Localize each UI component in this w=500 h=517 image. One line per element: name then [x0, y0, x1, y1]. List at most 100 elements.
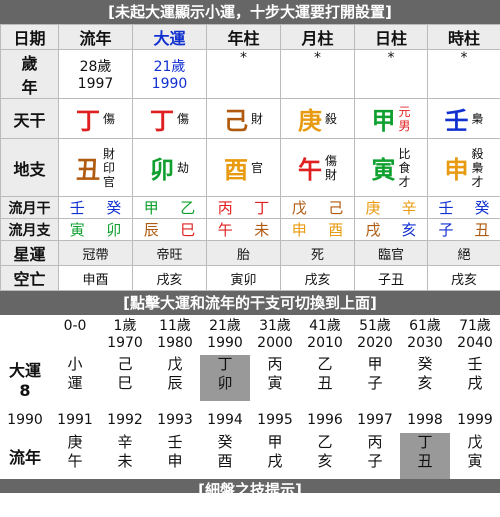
tiangan-cell[interactable]: 己財: [206, 98, 281, 139]
dayun-ganzhi[interactable]: 丙寅: [250, 355, 300, 401]
dayun-ganzhi[interactable]: 壬戌: [450, 355, 500, 401]
month-char[interactable]: 寅: [60, 220, 96, 240]
liunian-ganzhi[interactable]: 丁丑: [400, 433, 450, 479]
liunian-year: 1993: [157, 412, 193, 428]
liunian-ganzhi[interactable]: 甲戌: [250, 433, 300, 479]
liuyue-gan-cell[interactable]: 丙丁: [206, 196, 281, 219]
dayun-age-cell[interactable]: 21歲 1990: [132, 49, 207, 99]
month-char[interactable]: 子: [429, 220, 465, 240]
shishen-note: 印: [102, 160, 115, 175]
month-char[interactable]: 未: [244, 220, 280, 240]
xingyun-value: 死: [280, 240, 355, 266]
liunian-zhi: 酉: [217, 452, 233, 470]
month-char[interactable]: 亥: [391, 220, 427, 240]
day-mark: *: [354, 49, 428, 99]
liunian-ganzhi[interactable]: 乙亥: [300, 433, 350, 479]
liunian-ganzhi[interactable]: 庚午: [50, 433, 100, 479]
tiangan-cell[interactable]: 丁傷: [58, 98, 133, 139]
liunian-zhi: 丑: [417, 452, 433, 470]
dayun-ganzhi[interactable]: 小運: [50, 355, 100, 401]
month-char[interactable]: 乙: [170, 198, 206, 218]
month-char[interactable]: 庚: [356, 198, 392, 218]
liunian-ganzhi[interactable]: 壬申: [150, 433, 200, 479]
month-char[interactable]: 午: [208, 220, 244, 240]
shishen-note: 傷: [102, 111, 115, 126]
dayun-ganzhi[interactable]: 乙丑: [300, 355, 350, 401]
dayun-gan: 癸: [417, 355, 433, 373]
month-char[interactable]: 丁: [244, 198, 280, 218]
dayun-section: 0-0 1歲 11歲 21歲 31歲 41歲 51歲 61歲 71歲 1970 1980 1990 2…: [0, 315, 500, 401]
ganzhi-char: 卯: [149, 156, 174, 184]
liunian-ganzhi[interactable]: 丙子: [350, 433, 400, 479]
dayun-age: 51歲: [359, 318, 391, 334]
liunian-year: 1991: [57, 412, 93, 428]
dizhi-cell[interactable]: 寅比食才: [354, 138, 428, 197]
month-char[interactable]: 辰: [134, 220, 170, 240]
dizhi-cell[interactable]: 酉官: [206, 138, 281, 197]
tiangan-cell[interactable]: 甲元男: [354, 98, 428, 139]
dizhi-cell[interactable]: 卯劫: [132, 138, 207, 197]
liunian-ganzhi[interactable]: 辛未: [100, 433, 150, 479]
month-char[interactable]: 戌: [356, 220, 392, 240]
ganzhi-char: 庚: [297, 107, 322, 135]
dayun-zhi: 寅: [267, 374, 283, 392]
liunian-gan: 甲: [267, 433, 283, 451]
month-char[interactable]: 甲: [134, 198, 170, 218]
chart-table: 日期 流年 大運 年柱 月柱 日柱 時柱 歲年 28歲 1997 21歲 1990 …: [0, 24, 500, 291]
liuyue-zhi-cell[interactable]: 寅卯: [58, 218, 133, 241]
month-char[interactable]: 辛: [391, 198, 427, 218]
month-char[interactable]: 戊: [282, 198, 318, 218]
ganzhi-char: 壬: [444, 107, 469, 135]
dayun-ganzhi[interactable]: 甲子: [350, 355, 400, 401]
dayun-zhi: 戌: [467, 374, 483, 392]
dayun-zhi: 巳: [117, 374, 133, 392]
liuyue-zhi-cell[interactable]: 辰巳: [132, 218, 207, 241]
header-dayun[interactable]: 大運: [132, 24, 207, 50]
hour-mark: *: [427, 49, 500, 99]
month-char[interactable]: 酉: [318, 220, 354, 240]
dizhi-label: 地支: [0, 138, 59, 197]
dizhi-row: 地支 丑財印官 卯劫 酉官 午傷財 寅比食才 申殺梟才: [0, 138, 500, 197]
dayun-ganzhi[interactable]: 丁卯: [200, 355, 250, 401]
liuyue-zhi-cell[interactable]: 午未: [206, 218, 281, 241]
dizhi-cell[interactable]: 申殺梟才: [427, 138, 500, 197]
liunian-ganzhi[interactable]: 癸酉: [200, 433, 250, 479]
dayun-ganzhi[interactable]: 戊辰: [150, 355, 200, 401]
month-char[interactable]: 丑: [464, 220, 500, 240]
month-char[interactable]: 丙: [208, 198, 244, 218]
month-char[interactable]: 壬: [429, 198, 465, 218]
liuyue-gan-cell[interactable]: 壬癸: [58, 196, 133, 219]
month-char[interactable]: 癸: [464, 198, 500, 218]
month-char[interactable]: 申: [282, 220, 318, 240]
liunian-age-cell[interactable]: 28歲 1997: [58, 49, 133, 99]
header-year-pillar: 年柱: [206, 24, 281, 50]
liuyue-gan-cell[interactable]: 戊己: [280, 196, 355, 219]
header-liunian[interactable]: 流年: [58, 24, 133, 50]
dayun-ganzhi[interactable]: 己巳: [100, 355, 150, 401]
liuyue-gan-cell[interactable]: 庚辛: [354, 196, 428, 219]
liuyue-zhi-row: 流月支 寅卯 辰巳 午未 申酉 戌亥 子丑: [0, 218, 500, 241]
liuyue-gan-cell[interactable]: 甲乙: [132, 196, 207, 219]
month-char[interactable]: 巳: [170, 220, 206, 240]
month-char[interactable]: 癸: [96, 198, 132, 218]
liuyue-gan-cell[interactable]: 壬癸: [427, 196, 500, 219]
liuyue-zhi-cell[interactable]: 戌亥: [354, 218, 428, 241]
liuyue-zhi-cell[interactable]: 申酉: [280, 218, 355, 241]
liuyue-zhi-cell[interactable]: 子丑: [427, 218, 500, 241]
dizhi-cell[interactable]: 午傷財: [280, 138, 355, 197]
tiangan-cell[interactable]: 庚殺: [280, 98, 355, 139]
bottom-title-bar: [細盤之技提示]: [0, 479, 500, 493]
liunian-ganzhi[interactable]: 戊寅: [450, 433, 500, 479]
ganzhi-char: 甲: [371, 107, 396, 135]
liunian-zhi: 申: [167, 452, 183, 470]
dayun-age: 71歲: [459, 318, 491, 334]
dizhi-cell[interactable]: 丑財印官: [58, 138, 133, 197]
month-char[interactable]: 壬: [60, 198, 96, 218]
dayun-ganzhi[interactable]: 癸亥: [400, 355, 450, 401]
month-char[interactable]: 己: [318, 198, 354, 218]
tiangan-cell[interactable]: 丁傷: [132, 98, 207, 139]
dayun-year: 1970: [107, 335, 143, 351]
dayun-age: 21歲: [209, 318, 241, 334]
tiangan-cell[interactable]: 壬梟: [427, 98, 500, 139]
month-char[interactable]: 卯: [96, 220, 132, 240]
